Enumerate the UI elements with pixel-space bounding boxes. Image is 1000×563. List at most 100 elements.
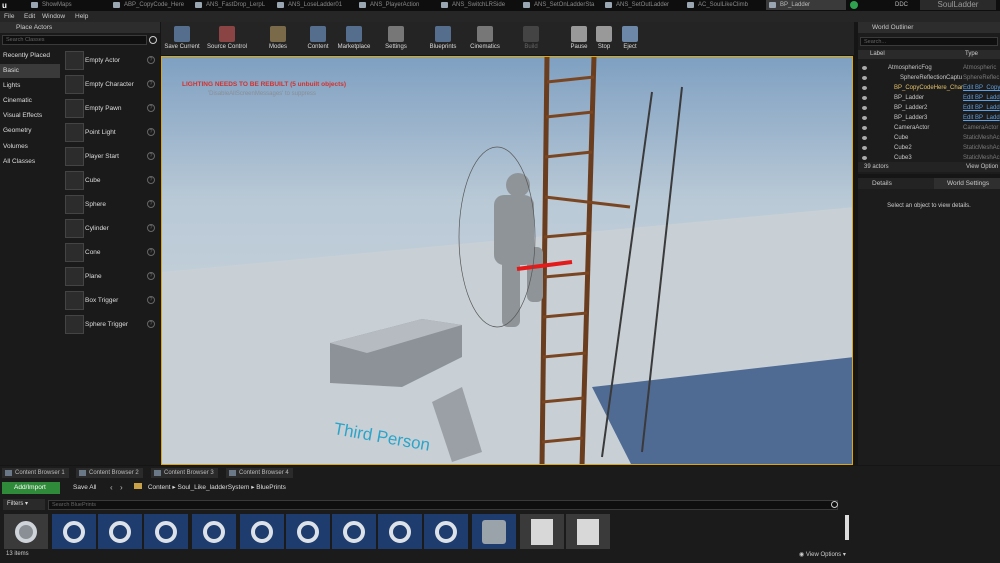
- eye-icon[interactable]: [862, 126, 867, 130]
- world-outliner-tab[interactable]: World Outliner: [858, 22, 1000, 33]
- category-cinematic[interactable]: Cinematic: [0, 94, 60, 108]
- asset-tile[interactable]: [286, 514, 330, 549]
- build-button[interactable]: Build: [516, 22, 546, 55]
- eye-icon[interactable]: [862, 156, 867, 160]
- help-icon[interactable]: ?: [147, 128, 155, 136]
- category-geometry[interactable]: Geometry: [0, 124, 60, 138]
- outliner-row[interactable]: BP_Ladder3 Edit BP_Ladd: [858, 113, 1000, 123]
- view-options-button[interactable]: View Option: [966, 162, 998, 172]
- doc-tab[interactable]: ANS_FastDrop_LerpL: [192, 0, 272, 10]
- pause-button[interactable]: Pause: [564, 22, 594, 55]
- tab-content-browser-1[interactable]: Content Browser 1: [2, 468, 69, 478]
- asset-tile[interactable]: [192, 514, 236, 549]
- place-actors-search[interactable]: Search Classes: [2, 35, 147, 45]
- tab-world-settings[interactable]: World Settings: [934, 178, 1000, 189]
- tab-content-browser-4[interactable]: Content Browser 4: [226, 468, 293, 478]
- asset-tile[interactable]: [98, 514, 142, 549]
- outliner-row[interactable]: Cube StaticMeshAc: [858, 133, 1000, 143]
- add-import-button[interactable]: Add/Import: [2, 482, 60, 494]
- outliner-row[interactable]: AtmosphericFog Atmospheric: [858, 63, 1000, 73]
- help-icon[interactable]: ?: [147, 152, 155, 160]
- menu-window[interactable]: Window: [42, 11, 65, 22]
- breadcrumb-content[interactable]: Content: [148, 484, 171, 491]
- doc-tab[interactable]: ANS_SetOnLadderSta: [520, 0, 600, 10]
- ddc-indicator[interactable]: DDC: [895, 0, 908, 10]
- help-icon[interactable]: ?: [147, 272, 155, 280]
- eye-icon[interactable]: [862, 96, 867, 100]
- asset-tile[interactable]: [472, 514, 516, 549]
- content-search-input[interactable]: Search BluePrints: [48, 500, 838, 510]
- save-current-button[interactable]: Save Current: [163, 22, 201, 55]
- view-options-button[interactable]: ◉ View Options ▾: [799, 551, 846, 558]
- tab-content-browser-3[interactable]: Content Browser 3: [151, 468, 218, 478]
- doc-tab[interactable]: ANS_PlayerAction: [356, 0, 436, 10]
- asset-tile[interactable]: [240, 514, 284, 549]
- help-icon[interactable]: ?: [147, 224, 155, 232]
- help-icon[interactable]: ?: [147, 296, 155, 304]
- category-basic[interactable]: Basic: [0, 64, 60, 78]
- help-icon[interactable]: ?: [147, 176, 155, 184]
- settings-button[interactable]: Settings: [381, 22, 411, 55]
- tab-details[interactable]: Details: [872, 178, 892, 189]
- help-icon[interactable]: ?: [147, 248, 155, 256]
- eye-icon[interactable]: [862, 106, 867, 110]
- eye-icon[interactable]: [862, 136, 867, 140]
- tab-content-browser-2[interactable]: Content Browser 2: [76, 468, 143, 478]
- actor-empty-pawn[interactable]: Empty Pawn?: [62, 97, 158, 120]
- outliner-search[interactable]: Search...: [860, 37, 998, 46]
- actor-point-light[interactable]: Point Light?: [62, 121, 158, 144]
- actor-empty-actor[interactable]: Empty Actor?: [62, 49, 158, 72]
- outliner-row[interactable]: SphereReflectionCaptu SphereReflec: [858, 73, 1000, 83]
- level-viewport[interactable]: LIGHTING NEEDS TO BE REBUILT (5 unbuilt …: [161, 56, 853, 465]
- eye-icon[interactable]: [862, 146, 867, 150]
- help-icon[interactable]: ?: [147, 80, 155, 88]
- unreal-logo-icon[interactable]: u: [2, 1, 12, 10]
- actor-cylinder[interactable]: Cylinder?: [62, 217, 158, 240]
- save-all-button[interactable]: Save All: [64, 482, 104, 494]
- asset-tile[interactable]: [144, 514, 188, 549]
- category-all-classes[interactable]: All Classes: [0, 155, 60, 169]
- forward-arrow-icon[interactable]: ›: [120, 483, 123, 492]
- doc-tab[interactable]: ANS_LoseLadder01: [274, 0, 354, 10]
- actor-player-start[interactable]: Player Start?: [62, 145, 158, 168]
- menu-help[interactable]: Help: [75, 11, 88, 22]
- back-arrow-icon[interactable]: ‹: [110, 483, 113, 492]
- actor-sphere[interactable]: Sphere?: [62, 193, 158, 216]
- help-icon[interactable]: ?: [147, 200, 155, 208]
- outliner-row[interactable]: BP_CopyCodeHere_Char Edit BP_Copy: [858, 83, 1000, 93]
- doc-tab-active[interactable]: BP_Ladder: [766, 0, 846, 10]
- asset-tile[interactable]: [566, 514, 610, 549]
- category-visual-effects[interactable]: Visual Effects: [0, 109, 60, 123]
- filters-button[interactable]: Filters ▾: [3, 499, 45, 510]
- outliner-row[interactable]: Cube2 StaticMeshAc: [858, 143, 1000, 153]
- doc-tab[interactable]: ABP_CopyCode_Here: [110, 0, 190, 10]
- category-volumes[interactable]: Volumes: [0, 140, 60, 154]
- help-icon[interactable]: ?: [147, 320, 155, 328]
- blueprints-button[interactable]: Blueprints: [425, 22, 461, 55]
- asset-tile[interactable]: [52, 514, 96, 549]
- menu-file[interactable]: File: [4, 11, 14, 22]
- actor-cone[interactable]: Cone?: [62, 241, 158, 264]
- doc-tab[interactable]: ANS_SetOutLadder: [602, 0, 682, 10]
- eye-icon[interactable]: [862, 116, 867, 120]
- help-icon[interactable]: ?: [147, 104, 155, 112]
- source-control-status-icon[interactable]: [850, 1, 858, 9]
- place-actors-tab[interactable]: Place Actors: [0, 22, 160, 33]
- marketplace-button[interactable]: Marketplace: [335, 22, 373, 55]
- category-recently-placed[interactable]: Recently Placed: [0, 49, 60, 63]
- actor-empty-character[interactable]: Empty Character?: [62, 73, 158, 96]
- doc-tab[interactable]: AC_SoulLikeClimb: [684, 0, 764, 10]
- content-button[interactable]: Content: [303, 22, 333, 55]
- asset-tile[interactable]: [378, 514, 422, 549]
- breadcrumb-folder[interactable]: BluePrints: [256, 484, 286, 491]
- actor-box-trigger[interactable]: Box Trigger?: [62, 289, 158, 312]
- outliner-row[interactable]: CameraActor CameraActor: [858, 123, 1000, 133]
- eye-icon[interactable]: [862, 66, 867, 70]
- menu-edit[interactable]: Edit: [24, 11, 35, 22]
- search-icon[interactable]: [831, 501, 838, 508]
- search-icon[interactable]: [149, 36, 157, 44]
- asset-tile[interactable]: [4, 514, 48, 549]
- cinematics-button[interactable]: Cinematics: [467, 22, 503, 55]
- outliner-row[interactable]: BP_Ladder2 Edit BP_Ladd: [858, 103, 1000, 113]
- content-scrollbar[interactable]: [845, 515, 849, 540]
